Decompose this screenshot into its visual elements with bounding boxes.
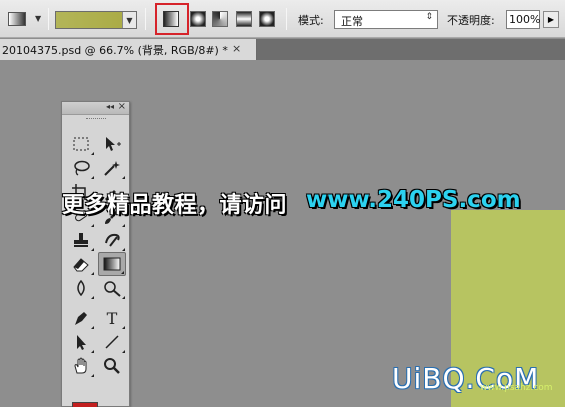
separator xyxy=(286,8,287,30)
blur-tool[interactable] xyxy=(67,276,95,300)
tool-preset-dropdown-icon[interactable]: ▼ xyxy=(35,14,41,23)
opacity-slider-button[interactable]: ▶ xyxy=(543,11,559,28)
hand-tool[interactable] xyxy=(67,354,95,378)
gradient-tool[interactable] xyxy=(98,252,126,276)
eraser-tool[interactable] xyxy=(67,252,95,276)
gradient-picker[interactable]: ▼ xyxy=(55,11,137,29)
angle-gradient-button[interactable] xyxy=(212,11,228,27)
opacity-value: 100% xyxy=(509,13,541,26)
options-bar: ▼ ▼ 模式: 正常 ⇕ 不透明度: 100% ▶ xyxy=(0,0,565,38)
lasso-tool[interactable] xyxy=(67,156,95,180)
tools-panel: ◂◂ × T xyxy=(61,101,130,407)
foreground-color-swatch[interactable] xyxy=(72,402,98,407)
zoom-tool[interactable] xyxy=(98,354,126,378)
magic-wand-tool[interactable] xyxy=(98,156,126,180)
move-tool[interactable] xyxy=(98,132,126,156)
panel-grip[interactable] xyxy=(62,115,129,123)
document-title: 20104375.psd @ 66.7% (背景, RGB/8#) * xyxy=(2,44,228,57)
mode-value: 正常 xyxy=(341,15,363,28)
document-tab-bar: 20104375.psd @ 66.7% (背景, RGB/8#) * × xyxy=(0,39,565,60)
document-tab[interactable]: 20104375.psd @ 66.7% (背景, RGB/8#) * × xyxy=(0,39,257,60)
radial-gradient-button[interactable] xyxy=(190,11,206,27)
path-selection-tool[interactable] xyxy=(67,330,95,354)
opacity-label: 不透明度: xyxy=(447,14,495,27)
close-icon[interactable]: × xyxy=(118,101,126,112)
promo-banner-url: www.240PS.com xyxy=(306,187,521,213)
separator xyxy=(145,8,146,30)
history-brush-tool[interactable] xyxy=(98,228,126,252)
opacity-field[interactable]: 100% xyxy=(506,10,540,29)
tool-preset-icon[interactable] xyxy=(8,12,26,26)
collapse-icon[interactable]: ◂◂ xyxy=(106,102,114,111)
promo-banner-text: 更多精品教程，请访问 xyxy=(62,193,288,218)
diamond-gradient-button[interactable] xyxy=(259,11,275,27)
watermark-small-text: www.psahz.com xyxy=(480,383,553,393)
close-icon[interactable]: × xyxy=(232,42,241,55)
mode-select[interactable]: 正常 ⇕ xyxy=(334,10,438,29)
type-tool[interactable]: T xyxy=(98,306,126,330)
clone-stamp-tool[interactable] xyxy=(67,228,95,252)
pen-tool[interactable] xyxy=(67,306,95,330)
dodge-tool[interactable] xyxy=(98,276,126,300)
chevron-down-icon[interactable]: ▼ xyxy=(122,12,136,28)
marquee-tool[interactable] xyxy=(67,132,95,156)
linear-gradient-button[interactable] xyxy=(163,11,179,27)
type-tool-glyph: T xyxy=(106,308,118,328)
mode-label: 模式: xyxy=(298,14,324,27)
separator xyxy=(48,8,49,30)
line-tool[interactable] xyxy=(98,330,126,354)
tools-panel-header[interactable]: ◂◂ × xyxy=(62,101,129,115)
select-arrows-icon: ⇕ xyxy=(425,12,433,22)
reflected-gradient-button[interactable] xyxy=(236,11,252,27)
